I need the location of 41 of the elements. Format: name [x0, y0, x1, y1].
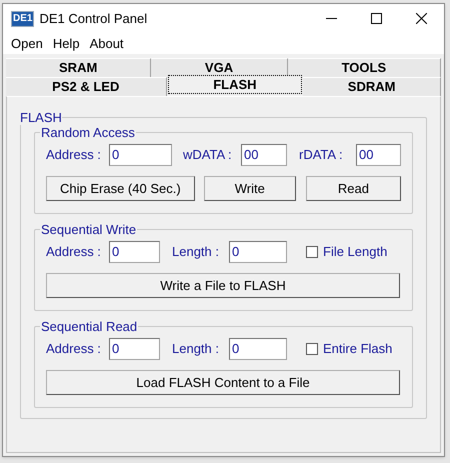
checkbox-label: File Length — [323, 243, 388, 262]
input-field[interactable]: 0 — [109, 338, 160, 360]
input-field[interactable]: 0 — [229, 241, 287, 263]
push-button[interactable]: Chip Erase (40 Sec.) — [46, 176, 195, 201]
tab[interactable]: PS2 & LED — [6, 77, 167, 96]
input-field[interactable]: 0 — [109, 241, 160, 263]
tab[interactable]: FLASH — [168, 75, 302, 94]
input-field[interactable]: 0 — [109, 144, 172, 166]
menu-item[interactable]: Open — [6, 34, 48, 54]
field-label: Address : — [46, 340, 102, 358]
field-label: Length : — [172, 340, 220, 358]
field-label: Address : — [46, 243, 102, 262]
tab[interactable]: VGA — [151, 58, 288, 77]
tab[interactable]: TOOLS — [288, 58, 441, 77]
checkbox-label: Entire Flash — [323, 340, 392, 358]
checkbox[interactable] — [306, 246, 318, 258]
field-label: wDATA : — [183, 146, 233, 164]
tab[interactable]: SDRAM — [303, 77, 441, 96]
push-button[interactable]: Read — [306, 176, 402, 201]
group-title: Sequential Write — [40, 222, 138, 237]
group-title: Sequential Read — [40, 319, 138, 334]
input-field[interactable]: 0 — [229, 338, 287, 360]
window-title: DE1 Control Panel — [39, 10, 148, 28]
input-field[interactable]: 00 — [356, 144, 401, 166]
push-button[interactable]: Write a File to FLASH — [46, 273, 400, 298]
input-field[interactable]: 00 — [241, 144, 287, 166]
field-label: Length : — [172, 243, 220, 262]
menu-item[interactable]: About — [84, 34, 129, 54]
minimize-icon — [326, 18, 337, 19]
group-title: Random Access — [40, 125, 136, 140]
checkbox[interactable] — [306, 343, 318, 355]
maximize-icon — [371, 13, 382, 24]
app-logo: DE1 — [11, 10, 34, 26]
group-title: FLASH — [20, 110, 62, 125]
field-label: rDATA : — [299, 146, 344, 164]
close-icon — [416, 13, 427, 24]
menu-item[interactable]: Help — [48, 34, 85, 54]
push-button[interactable]: Load FLASH Content to a File — [46, 370, 400, 395]
tab[interactable]: SRAM — [6, 58, 152, 77]
push-button[interactable]: Write — [204, 176, 296, 201]
field-label: Address : — [46, 146, 102, 164]
